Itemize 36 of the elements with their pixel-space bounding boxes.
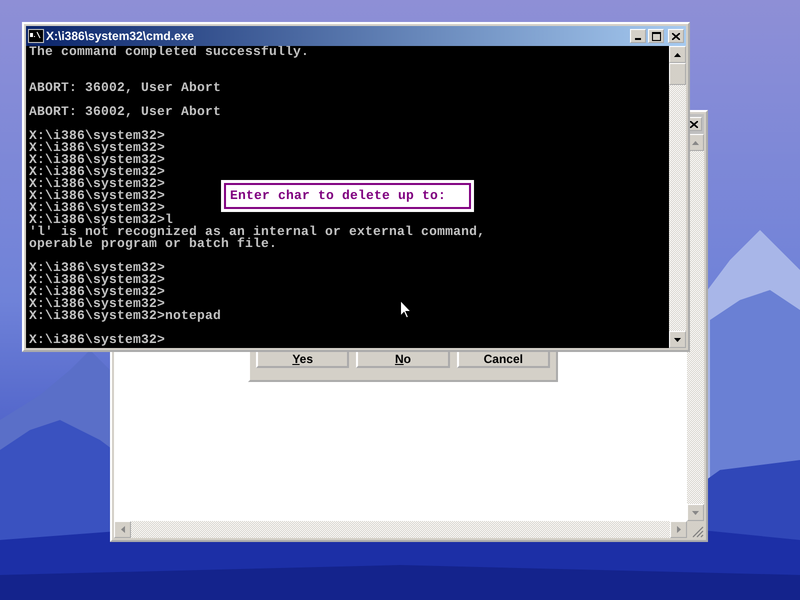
window-title: X:\i386\system32\cmd.exe [46,29,194,43]
mouse-cursor-icon [400,300,412,319]
scroll-thumb[interactable] [669,63,686,85]
console-line: X:\i386\system32> [29,142,166,154]
console-line: X:\i386\system32> [29,166,166,178]
minimize-button[interactable] [630,29,646,43]
console-line: X:\i386\system32> [29,286,166,298]
console-line: X:\i386\system32> [29,202,166,214]
console-line: X:\i386\system32> [29,130,166,142]
console-line: X:\i386\system32> [29,154,166,166]
scroll-up-icon[interactable] [669,46,686,63]
console-icon [28,29,44,43]
console-line: operable program or batch file. [29,238,278,250]
scroll-right-icon[interactable] [670,521,687,538]
close-icon [672,32,680,40]
console-line: 'l' is not recognized as an internal or external command, [29,226,486,238]
prompt-text: Enter char to delete up to: [224,183,471,209]
maximize-icon [652,32,660,40]
scroll-left-icon[interactable] [114,521,131,538]
console-line: X:\i386\system32>l [29,214,174,226]
console-line: X:\i386\system32> [29,190,166,202]
maximize-button[interactable] [648,29,664,43]
console-line: ABORT: 36002, User Abort [29,106,222,118]
console-line: X:\i386\system32> [29,334,166,346]
console-line: X:\i386\system32>notepad [29,310,222,322]
console-line: X:\i386\system32> [29,262,166,274]
console-line: X:\i386\system32> [29,274,166,286]
size-grip-icon[interactable] [692,526,704,538]
horizontal-scrollbar[interactable] [114,521,687,538]
close-button[interactable] [668,29,684,43]
console-line: X:\i386\system32> [29,178,166,190]
console-line: X:\i386\system32> [29,298,166,310]
vertical-scrollbar[interactable] [669,46,686,348]
console-line: ABORT: 36002, User Abort [29,82,222,94]
scroll-down-icon[interactable] [669,331,686,348]
close-icon [690,120,698,128]
